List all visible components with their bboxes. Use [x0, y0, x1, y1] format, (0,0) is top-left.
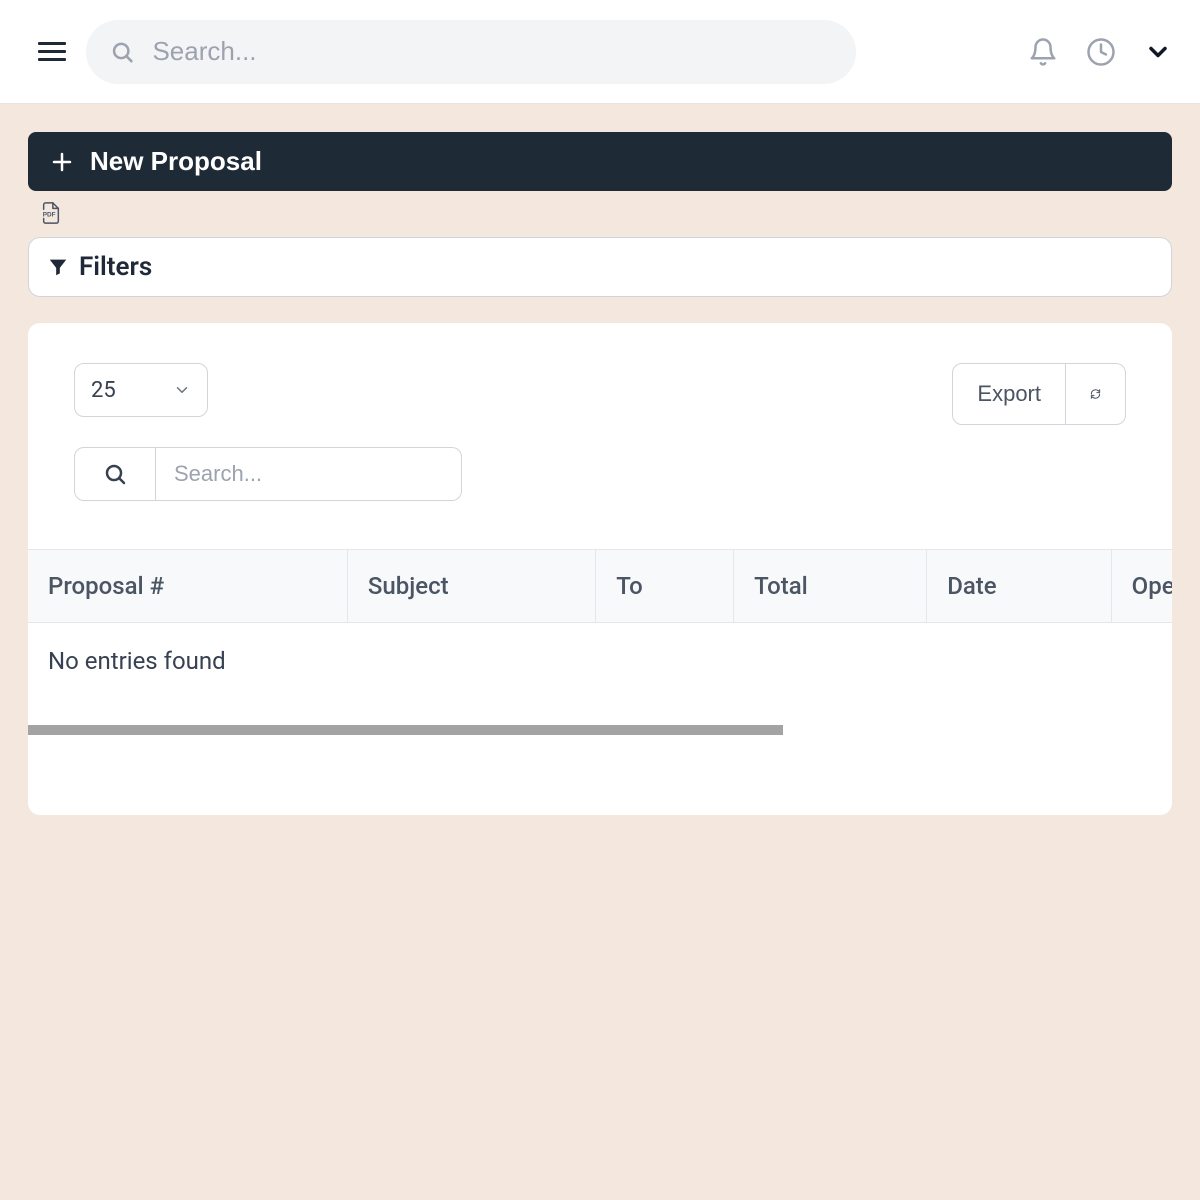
menu-toggle-button[interactable] [38, 42, 66, 61]
col-proposal-number[interactable]: Proposal # [28, 550, 347, 623]
chevron-down-icon[interactable] [1144, 38, 1172, 66]
plus-icon [50, 150, 74, 174]
main-content: New Proposal PDF Filters 25 Export [0, 104, 1200, 843]
svg-text:PDF: PDF [43, 212, 56, 219]
search-icon [103, 462, 127, 486]
horizontal-scrollbar[interactable] [28, 725, 783, 735]
col-subject[interactable]: Subject [347, 550, 595, 623]
bell-icon[interactable] [1028, 37, 1058, 67]
refresh-icon [1090, 384, 1101, 404]
filters-label: Filters [79, 252, 152, 282]
new-proposal-button[interactable]: New Proposal [28, 132, 1172, 191]
new-proposal-label: New Proposal [90, 146, 262, 177]
col-open-till[interactable]: Open Till [1111, 550, 1172, 623]
filter-icon [47, 256, 69, 278]
table-scroll-area[interactable]: Proposal # Subject To Total Date Open Ti… [28, 549, 1172, 699]
table-row-empty: No entries found [28, 623, 1172, 700]
pdf-export-button[interactable]: PDF [40, 201, 1172, 229]
proposals-table: Proposal # Subject To Total Date Open Ti… [28, 549, 1172, 699]
chevron-down-icon [173, 381, 191, 399]
search-icon [110, 39, 134, 65]
table-search-icon-box [74, 447, 156, 501]
proposals-card: 25 Export [28, 323, 1172, 815]
page-size-select[interactable]: 25 [74, 363, 208, 417]
empty-message: No entries found [28, 623, 1172, 700]
global-search-input[interactable] [152, 36, 832, 67]
refresh-button[interactable] [1066, 363, 1126, 425]
page-size-value: 25 [91, 378, 116, 403]
pdf-icon: PDF [40, 201, 62, 225]
export-button[interactable]: Export [952, 363, 1066, 425]
filters-toggle[interactable]: Filters [28, 237, 1172, 297]
top-bar [0, 0, 1200, 104]
table-search-input[interactable] [156, 447, 462, 501]
clock-icon[interactable] [1086, 37, 1116, 67]
global-search[interactable] [86, 20, 856, 84]
col-date[interactable]: Date [927, 550, 1111, 623]
col-total[interactable]: Total [734, 550, 927, 623]
col-to[interactable]: To [596, 550, 734, 623]
